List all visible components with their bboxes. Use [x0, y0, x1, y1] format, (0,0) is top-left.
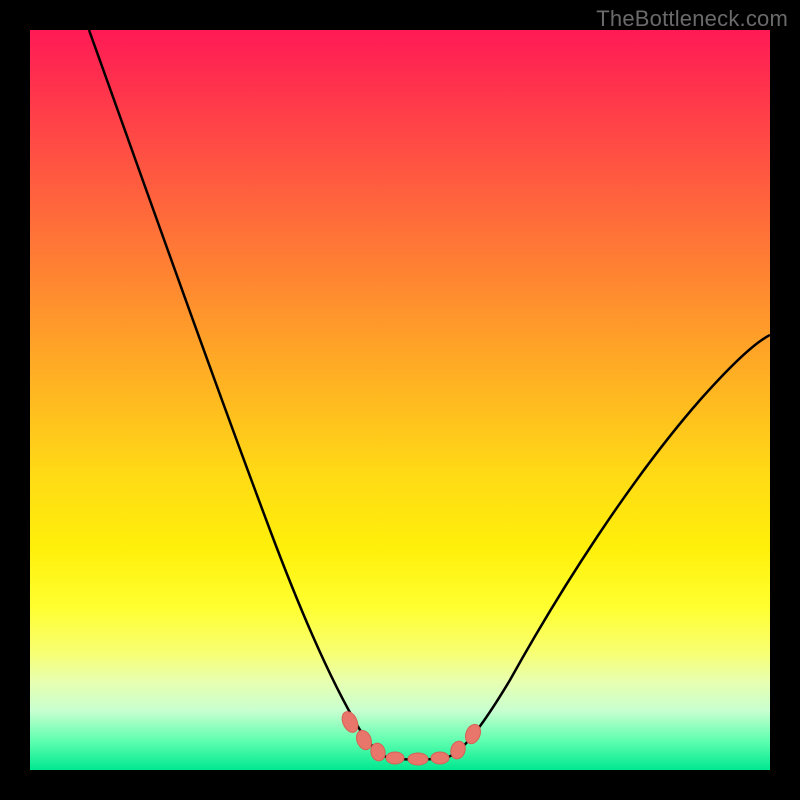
floor-marker-1 [386, 752, 404, 764]
right-marker-1 [449, 739, 468, 760]
right-curve [445, 335, 770, 758]
chart-svg [30, 30, 770, 770]
floor-marker-3 [431, 752, 449, 764]
markers-group [339, 709, 483, 765]
watermark-text: TheBottleneck.com [596, 6, 788, 32]
floor-marker-2 [408, 753, 428, 765]
left-curve [89, 30, 390, 758]
left-marker-1 [339, 709, 361, 735]
chart-frame: TheBottleneck.com [0, 0, 800, 800]
